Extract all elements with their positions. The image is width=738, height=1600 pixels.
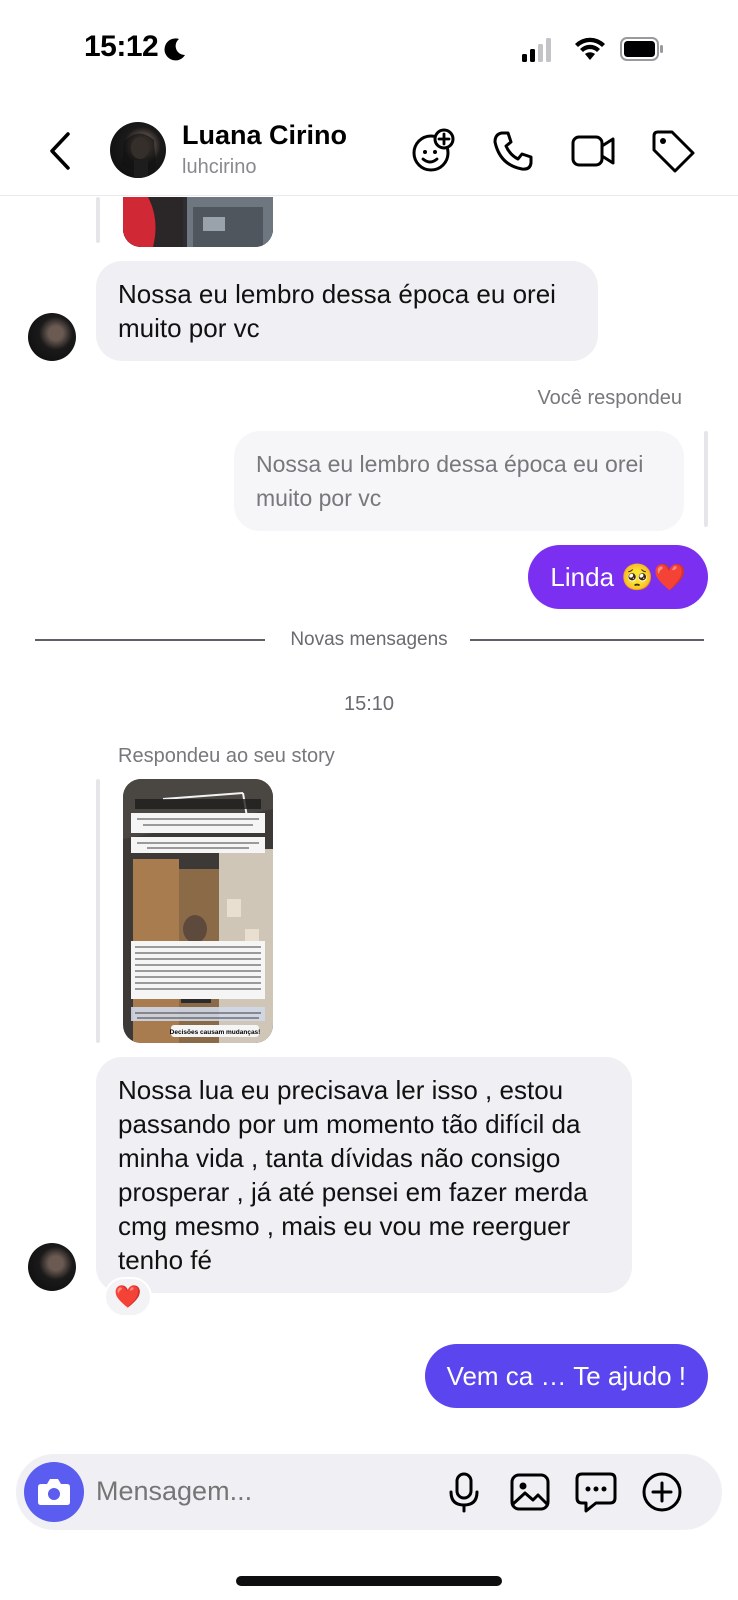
message-composer (16, 1454, 722, 1530)
story-reply-label: Respondeu ao seu story (118, 745, 335, 767)
tag-icon[interactable] (650, 128, 696, 174)
home-indicator[interactable] (236, 1576, 502, 1586)
camera-button[interactable] (24, 1462, 84, 1522)
sender-avatar[interactable] (28, 1243, 76, 1291)
sticker-add-icon[interactable] (410, 128, 456, 174)
avatar-portrait (122, 133, 156, 178)
story-footer-text: Decisões causam mudanças! (170, 1029, 261, 1036)
new-messages-divider: Novas mensagens (290, 629, 448, 650)
outgoing-message-bubble[interactable]: Linda 🥺❤️ (528, 545, 708, 609)
phone-icon[interactable] (490, 128, 536, 174)
contact-handle[interactable]: luhcirino (182, 156, 256, 179)
gallery-icon[interactable] (506, 1468, 554, 1516)
message-input[interactable] (96, 1476, 416, 1507)
message-text: Vem ca … Te ajudo ! (446, 1361, 686, 1391)
outgoing-message-bubble[interactable]: Vem ca … Te ajudo ! (424, 1344, 708, 1408)
sticker-chat-icon[interactable] (572, 1468, 620, 1516)
reply-rail (704, 431, 708, 527)
story-reply-rail (96, 779, 100, 1043)
message-text: Nossa eu lembro dessa época eu orei muit… (118, 279, 556, 343)
camera-icon (38, 1479, 70, 1505)
cellular-signal-icon (522, 38, 551, 62)
microphone-icon[interactable] (440, 1468, 488, 1516)
you-replied-label: Você respondeu (537, 387, 682, 409)
contact-avatar[interactable] (110, 122, 166, 178)
story-thumbnail-image (123, 197, 273, 247)
reaction-emoji: ❤️ (114, 1284, 142, 1309)
heart-reaction[interactable]: ❤️ (104, 1277, 152, 1317)
video-call-icon[interactable] (570, 128, 616, 174)
message-text: Nossa lua eu precisava ler isso , estou … (118, 1075, 588, 1275)
contact-name[interactable]: Luana Cirino (182, 120, 347, 151)
status-time: 15:12 (84, 30, 159, 63)
sender-avatar[interactable] (28, 313, 76, 361)
message-timestamp: 15:10 (343, 693, 395, 715)
message-text: Linda 🥺❤️ (550, 562, 686, 592)
story-thumbnail[interactable]: Decisões causam mudanças! (123, 779, 273, 1043)
moon-icon (164, 38, 185, 61)
incoming-message-bubble[interactable]: Nossa eu lembro dessa época eu orei muit… (96, 261, 598, 361)
back-chevron-icon[interactable] (44, 128, 80, 174)
quoted-reply-bubble[interactable]: Nossa eu lembro dessa época eu orei muit… (234, 431, 684, 531)
story-thumbnail-image: Decisões causam mudanças! (123, 779, 273, 1043)
story-thumbnail-top[interactable] (123, 197, 273, 247)
story-reply-rail (96, 197, 100, 243)
status-bar: 15:12 (0, 0, 738, 100)
add-circle-icon[interactable] (638, 1468, 686, 1516)
message-thread[interactable]: Nossa eu lembro dessa época eu orei muit… (0, 197, 738, 1447)
quoted-text: Nossa eu lembro dessa época eu orei muit… (256, 451, 644, 511)
incoming-message-bubble[interactable]: Nossa lua eu precisava ler isso , estou … (96, 1057, 632, 1293)
chat-header: Luana Cirino luhcirino (0, 104, 738, 196)
battery-icon (620, 37, 663, 61)
wifi-icon (575, 37, 605, 60)
